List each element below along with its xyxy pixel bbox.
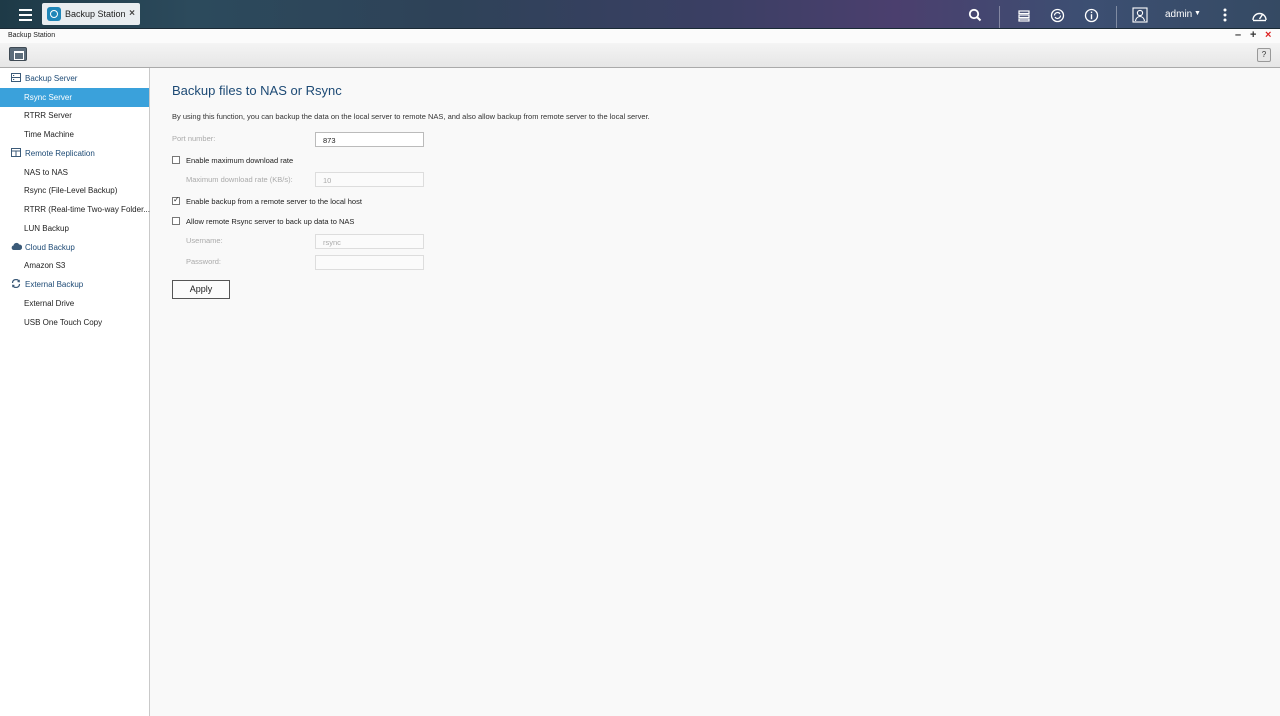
sync-arrows-icon: [11, 278, 21, 289]
allow-remote-rsync-checkbox[interactable]: [172, 217, 180, 225]
sidebar-item-rsync-server[interactable]: Rsync Server: [0, 88, 149, 107]
sync-icon[interactable]: [1048, 6, 1066, 24]
menu-icon[interactable]: [13, 6, 39, 22]
close-tab-icon[interactable]: ×: [129, 8, 135, 19]
enable-remote-backup-checkbox[interactable]: [172, 195, 180, 205]
username-label: Username:: [186, 236, 223, 245]
sidebar-item-rtrr-real-time[interactable]: RTRR (Real-time Two-way Folder...: [0, 200, 150, 219]
enable-remote-backup-label: Enable backup from a remote server to th…: [186, 197, 362, 206]
sidebar-item-rtrr-server[interactable]: RTRR Server: [0, 106, 149, 125]
info-icon[interactable]: [1082, 6, 1100, 24]
max-download-rate-label: Maximum download rate (KB/s):: [186, 175, 293, 184]
more-options-icon[interactable]: [1216, 6, 1234, 24]
dashboard-icon[interactable]: [1250, 6, 1268, 24]
sidebar-item-label: Rsync (File-Level Backup): [24, 186, 118, 195]
max-download-rate-checkbox-label: Enable maximum download rate: [186, 156, 294, 165]
window-title: Backup Station: [8, 32, 56, 39]
server-icon: [11, 73, 21, 82]
sidebar-group-label: External Backup: [25, 280, 84, 289]
help-button[interactable]: ?: [1257, 48, 1271, 62]
window-toolbar: ?: [0, 43, 1280, 68]
window-title-bar: Backup Station – + ×: [0, 29, 1280, 43]
sidebar-group-backup-server: Backup Server: [0, 69, 150, 87]
sidebar-item-rsync-file-level[interactable]: Rsync (File-Level Backup): [0, 181, 149, 200]
port-number-label: Port number:: [172, 134, 216, 143]
app-tab-backup-station[interactable]: Backup Station ×: [42, 3, 140, 25]
max-download-rate-checkbox[interactable]: [172, 156, 180, 164]
sidebar-item-label: Rsync Server: [24, 93, 73, 102]
divider: [1116, 6, 1117, 28]
sidebar-item-label: RTRR Server: [24, 111, 72, 120]
sidebar-group-label: Backup Server: [25, 74, 78, 83]
password-label: Password:: [186, 257, 222, 266]
background-tasks-icon[interactable]: [1015, 6, 1033, 24]
port-number-input[interactable]: 873: [315, 132, 424, 147]
sidebar-item-label: RTRR (Real-time Two-way Folder...: [24, 205, 150, 214]
page-description: By using this function, you can backup t…: [172, 112, 650, 121]
apply-button[interactable]: Apply: [172, 280, 230, 299]
top-bar: Backup Station × admin ▼: [0, 0, 1280, 29]
username-input[interactable]: rsync: [315, 234, 424, 249]
sidebar-item-label: Time Machine: [24, 130, 74, 139]
sidebar-item-label: USB One Touch Copy: [24, 318, 103, 327]
sidebar-item-label: Amazon S3: [24, 261, 66, 270]
max-download-rate-input[interactable]: 10: [315, 172, 424, 187]
sidebar-group-cloud-backup: Cloud Backup: [0, 238, 150, 256]
sidebar-item-external-drive[interactable]: External Drive: [0, 294, 149, 313]
sidebar-item-amazon-s3[interactable]: Amazon S3: [0, 256, 149, 275]
sidebar-item-label: External Drive: [24, 299, 75, 308]
sidebar-group-external-backup: External Backup: [0, 275, 150, 293]
divider: [999, 6, 1000, 28]
backup-station-icon: [47, 7, 61, 21]
username-label[interactable]: admin: [1165, 9, 1192, 20]
main-content: Backup files to NAS or Rsync By using th…: [151, 68, 1280, 716]
close-window-icon[interactable]: ×: [1265, 30, 1271, 41]
sidebar-item-usb-one-touch-copy[interactable]: USB One Touch Copy: [0, 313, 149, 332]
user-avatar-icon[interactable]: [1131, 6, 1149, 24]
sidebar-item-time-machine[interactable]: Time Machine: [0, 125, 149, 144]
password-input[interactable]: [315, 255, 424, 270]
sidebar: Backup Server Rsync Server RTRR Server T…: [0, 68, 150, 716]
page-title: Backup files to NAS or Rsync: [172, 83, 342, 98]
sidebar-group-label: Cloud Backup: [25, 243, 75, 252]
sidebar-item-label: LUN Backup: [24, 224, 69, 233]
sidebar-item-lun-backup[interactable]: LUN Backup: [0, 219, 149, 238]
allow-remote-rsync-label: Allow remote Rsync server to back up dat…: [186, 217, 355, 226]
cloud-icon: [11, 242, 23, 251]
chevron-down-icon[interactable]: ▼: [1194, 10, 1201, 17]
overview-button[interactable]: [9, 47, 27, 61]
tab-label: Backup Station: [65, 9, 126, 19]
sidebar-group-label: Remote Replication: [25, 149, 95, 158]
maximize-icon[interactable]: +: [1250, 30, 1256, 41]
sidebar-group-remote-replication: Remote Replication: [0, 144, 150, 162]
replication-icon: [11, 148, 21, 157]
search-icon[interactable]: [966, 6, 984, 24]
sidebar-item-nas-to-nas[interactable]: NAS to NAS: [0, 163, 149, 182]
minimize-icon[interactable]: –: [1235, 30, 1241, 41]
sidebar-item-label: NAS to NAS: [24, 168, 69, 177]
